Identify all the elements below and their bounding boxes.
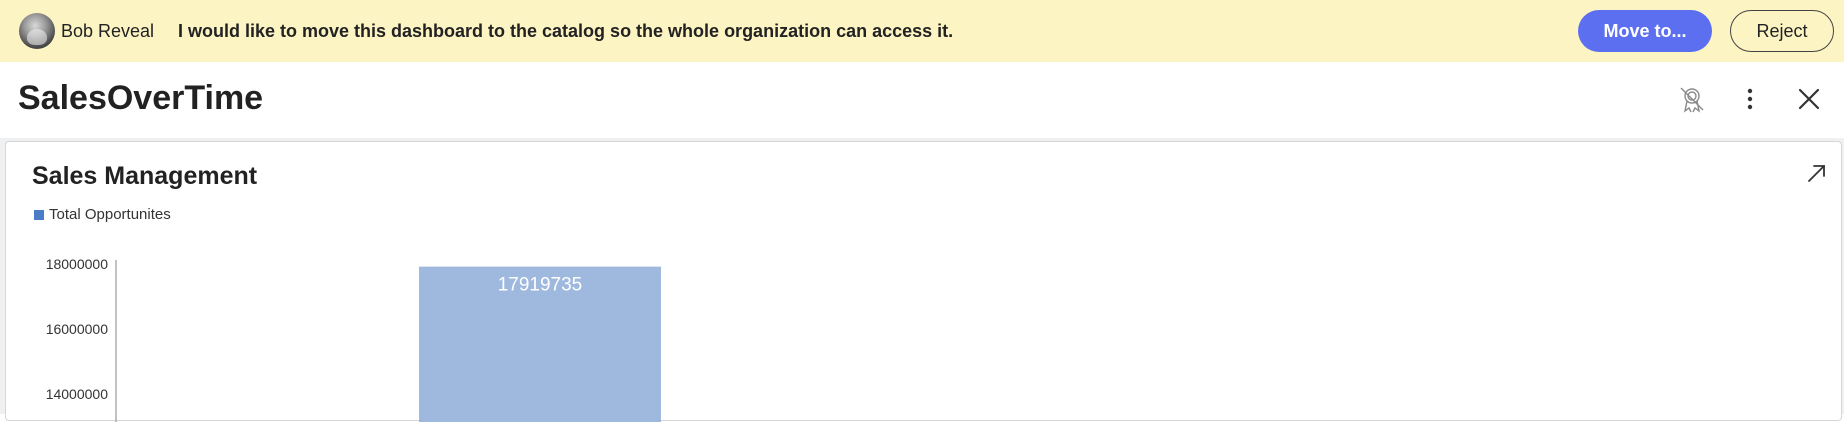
avatar	[19, 13, 55, 49]
dashboard-canvas: Sales Management Total Opportunites 1800…	[0, 138, 1844, 422]
move-to-button[interactable]: Move to...	[1578, 10, 1712, 52]
certificate-off-icon[interactable]	[1675, 82, 1709, 116]
legend-swatch	[34, 209, 44, 220]
page-title: SalesOverTime	[18, 79, 264, 117]
request-message: I would like to move this dashboard to t…	[178, 21, 954, 41]
reject-button[interactable]: Reject	[1730, 10, 1834, 52]
y-axis-ticks: 18000000 16000000 14000000	[46, 256, 109, 402]
dashboard-header: SalesOverTime	[0, 62, 1844, 138]
approval-banner: Bob Reveal I would like to move this das…	[0, 0, 1844, 62]
bar-data-label: 17919735	[498, 275, 583, 296]
y-tick-label: 14000000	[46, 386, 109, 402]
requester-name: Bob Reveal	[61, 21, 155, 41]
widget-card: Sales Management Total Opportunites 1800…	[5, 141, 1842, 422]
widget-title: Sales Management	[32, 162, 258, 190]
legend-label: Total Opportunites	[49, 206, 171, 223]
close-icon[interactable]	[1792, 82, 1826, 116]
more-vertical-icon[interactable]	[1733, 82, 1767, 116]
expand-icon[interactable]	[1805, 161, 1829, 185]
y-tick-label: 18000000	[46, 256, 109, 272]
bar-chart: 18000000 16000000 14000000 17919735	[46, 256, 661, 422]
y-tick-label: 16000000	[46, 321, 109, 337]
chart-legend: Total Opportunites	[34, 206, 171, 223]
bars: 17919735	[419, 266, 661, 422]
